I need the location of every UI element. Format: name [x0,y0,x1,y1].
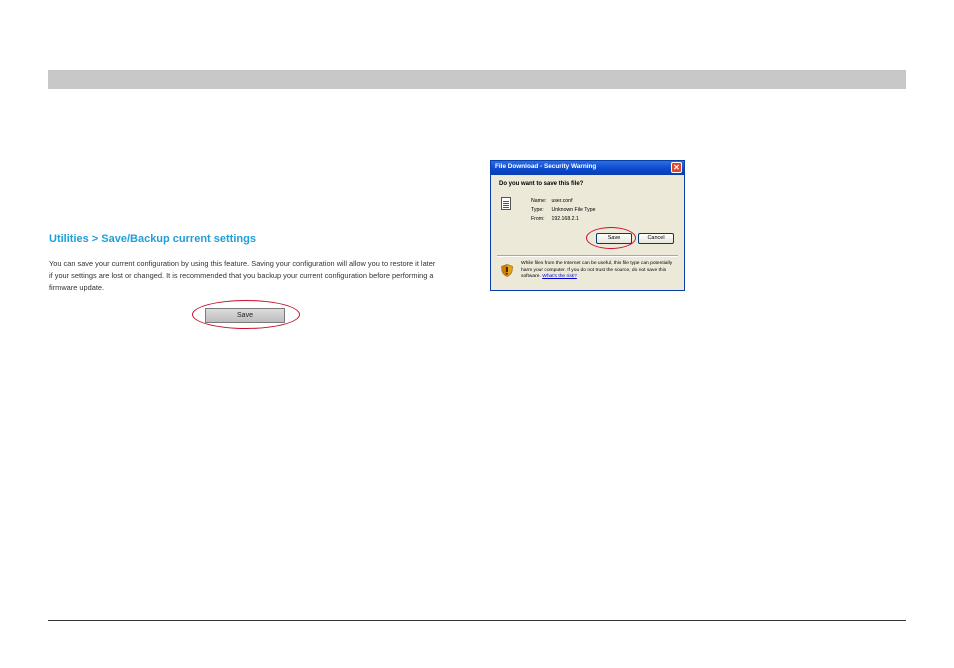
document-icon [501,197,511,210]
description-text: You can save your current configuration … [49,259,436,292]
dialog-cancel-button[interactable]: Cancel [638,233,674,244]
close-icon[interactable]: ✕ [671,162,682,173]
dialog-divider [497,255,678,257]
file-name-label: Name: [531,198,547,204]
file-type-row: Type: Unknown File Type [531,207,595,213]
dialog-question: Do you want to save this file? [499,181,584,187]
file-name-value: user.conf [551,198,573,204]
header-bar [48,70,906,89]
section-title: Utilities > Save/Backup current settings [49,233,256,245]
file-download-dialog: File Download - Security Warning ✕ Do yo… [490,160,685,291]
dialog-save-button[interactable]: Save [596,233,632,244]
dialog-title-bar: File Download - Security Warning ✕ [491,161,684,175]
warning-message: While files from the Internet can be use… [521,261,681,281]
file-type-value: Unknown File Type [551,207,596,213]
file-type-label: Type: [531,207,544,213]
footer-rule [48,620,906,621]
save-button[interactable]: Save [205,308,285,323]
shield-icon [501,264,513,277]
file-from-value: 192.168.2.1 [551,216,579,222]
file-from-row: From: 192.168.2.1 [531,216,579,222]
file-name-row: Name: user.conf [531,198,573,204]
risk-link[interactable]: What's the risk? [542,274,577,279]
dialog-title: File Download - Security Warning [495,163,597,170]
file-from-label: From: [531,216,545,222]
